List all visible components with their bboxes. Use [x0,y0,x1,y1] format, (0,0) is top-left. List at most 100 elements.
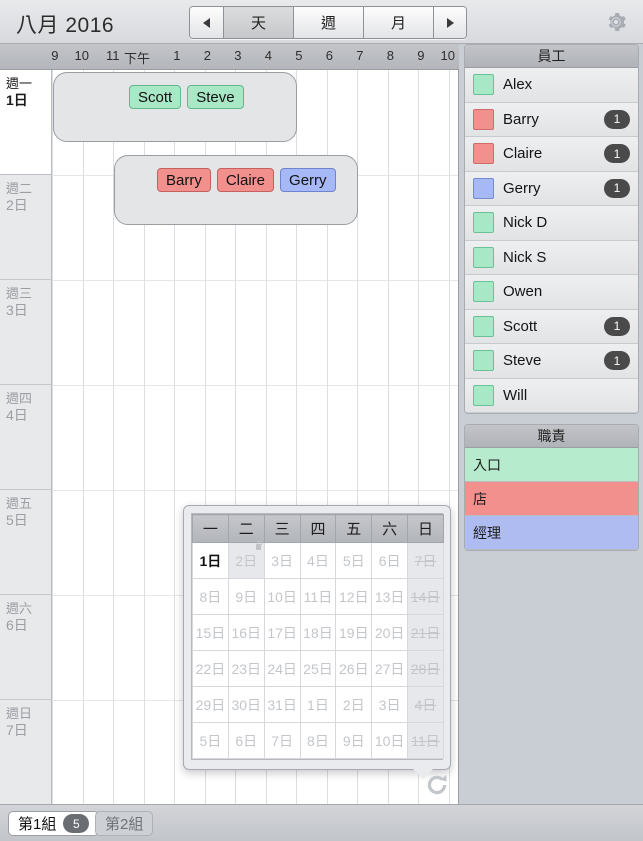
date-picker-day-cell[interactable]: 21日 [407,614,444,651]
day-row-1[interactable]: 週一 1日 [0,70,51,175]
day-row-6[interactable]: 週六 6日 [0,595,51,700]
tab-day[interactable]: 天 [223,7,293,38]
date-picker-day-cell[interactable]: 7日 [263,722,301,759]
date-picker-day-cell[interactable]: 1日 [299,686,337,723]
day-row-3[interactable]: 週三 3日 [0,280,51,385]
date-picker-weekday-header: 日 [407,514,444,543]
date-picker-day-cell[interactable]: 30日 [227,686,265,723]
day-row-5[interactable]: 週五 5日 [0,490,51,595]
date-picker-day-cell[interactable]: 28日 [407,650,444,687]
staff-name-label: Claire [503,145,543,163]
tab-week[interactable]: 週 [293,7,363,38]
roles-panel: 職責 入口店經理 [464,424,639,551]
group-tab-1-count: 5 [63,814,90,833]
date-picker-day-cell[interactable]: 26日 [335,650,373,687]
date-picker-day-cell[interactable]: 4日 [299,542,337,579]
staff-chip[interactable]: Steve [187,85,244,109]
date-picker-day-cell[interactable]: 8日 [192,578,229,615]
staff-list-item[interactable]: Steve 1 [465,344,638,379]
date-picker-day-cell[interactable]: 9日 [227,578,265,615]
gear-icon[interactable] [604,10,628,34]
staff-list-item[interactable]: Gerry 1 [465,171,638,206]
date-picker-body[interactable]: 1日 2日 3日 4日 5日 6日 7日 8日 9日 10日 11日 12日 13日 14日 15日 16日 1… [192,541,444,759]
hour-label: 9 [51,48,59,63]
staff-chip[interactable]: Barry [157,168,211,192]
date-picker-day-cell[interactable]: 19日 [335,614,373,651]
staff-list-item[interactable]: Nick D [465,206,638,241]
prev-period-button[interactable] [190,7,223,38]
date-picker-day-cell[interactable]: 4日 [407,686,444,723]
date-picker-header-row: 一二三四五六日 [192,514,444,543]
date-picker-table[interactable]: 一二三四五六日 1日 2日 3日 4日 5日 6日 7日 8日 9日 10日 11日 12日 13日 14… [192,514,444,759]
date-picker-day-cell[interactable]: 15日 [192,614,229,651]
date-picker-week-row: 1日 2日 3日 4日 5日 6日 7日 [192,541,444,579]
staff-chip[interactable]: Gerry [280,168,336,192]
role-list-item[interactable]: 入口 [465,448,638,482]
staff-list-item[interactable]: Alex [465,68,638,103]
date-picker-day-cell[interactable]: 18日 [299,614,337,651]
date-picker-day-cell[interactable]: 10日 [263,578,301,615]
date-picker-day-cell[interactable]: 3日 [371,686,409,723]
date-picker-day-cell[interactable]: 11日 [407,722,444,759]
hour-label: 7 [356,48,364,63]
group-tab-2[interactable]: 第2組 [95,811,154,836]
date-picker-day-cell[interactable]: 1日 [192,542,229,579]
date-picker-day-cell[interactable]: 29日 [192,686,229,723]
staff-name-label: Scott [503,317,538,335]
role-name-label: 入口 [473,456,501,473]
date-picker-day-cell[interactable]: 13日 [371,578,409,615]
date-picker-day-cell[interactable]: 16日 [227,614,265,651]
staff-color-swatch [473,108,494,130]
date-picker-week-row: 15日 16日 17日 18日 19日 20日 21日 [192,614,444,651]
staff-chip[interactable]: Claire [216,168,275,192]
staff-chip[interactable]: Scott [129,85,182,109]
date-picker-day-cell[interactable]: 9日 [335,722,373,759]
tab-month[interactable]: 月 [363,7,433,38]
date-picker-day-cell[interactable]: 3日 [263,542,301,579]
date-picker-day-cell[interactable]: 22日 [192,650,229,687]
staff-shift-count-badge: 1 [604,316,630,336]
date-picker-day-cell[interactable]: 23日 [227,650,265,687]
date-picker-day-cell[interactable]: 2日 [335,686,373,723]
role-list-item[interactable]: 店 [465,482,638,516]
date-picker-day-cell[interactable]: 11日 [299,578,337,615]
lock-icon [255,541,262,550]
day-row-2[interactable]: 週二 2日 [0,175,51,280]
group-tab-1[interactable]: 第1組 5 [8,811,100,836]
staff-list-item[interactable]: Will [465,378,638,413]
date-picker-day-cell[interactable]: 31日 [263,686,301,723]
date-picker-day-cell[interactable]: 7日 [407,542,444,579]
date-picker-day-cell[interactable]: 25日 [299,650,337,687]
date-picker-day-cell[interactable]: 2日 [227,541,265,579]
date-picker-day-cell[interactable]: 12日 [335,578,373,615]
date-picker-popover[interactable]: 一二三四五六日 1日 2日 3日 4日 5日 6日 7日 8日 9日 10日 11日 12日 13日 14… [183,505,451,779]
staff-name-label: Nick D [503,214,548,232]
date-picker-day-cell[interactable]: 6日 [371,542,409,579]
day-row-7[interactable]: 週日 7日 [0,700,51,805]
staff-shift-count-badge: 1 [604,351,630,371]
date-picker-day-cell[interactable]: 5日 [335,542,373,579]
date-picker-day-cell[interactable]: 8日 [299,722,337,759]
staff-list-item[interactable]: Nick S [465,240,638,275]
date-picker-day-cell[interactable]: 20日 [371,614,409,651]
shift-block[interactable]: Barry Claire Gerry [114,155,358,225]
date-picker-day-cell[interactable]: 14日 [407,578,444,615]
staff-color-swatch [473,74,494,96]
date-picker-day-cell[interactable]: 6日 [227,722,265,759]
staff-panel: 員工 Alex Barry 1 Claire 1 Gerry 1 Nick D Nick S Ow… [464,44,639,414]
staff-list-item[interactable]: Owen [465,275,638,310]
date-picker-day-cell[interactable]: 5日 [192,722,229,759]
staff-list-item[interactable]: Claire 1 [465,137,638,172]
staff-list-item[interactable]: Scott 1 [465,309,638,344]
date-picker-day-cell[interactable]: 27日 [371,650,409,687]
refresh-icon[interactable] [424,772,450,798]
date-picker-week-row: 22日 23日 24日 25日 26日 27日 28日 [192,650,444,687]
date-picker-day-cell[interactable]: 17日 [263,614,301,651]
date-picker-day-cell[interactable]: 10日 [371,722,409,759]
staff-list-item[interactable]: Barry 1 [465,102,638,137]
day-row-4[interactable]: 週四 4日 [0,385,51,490]
date-picker-day-cell[interactable]: 24日 [263,650,301,687]
shift-block[interactable]: Scott Steve [53,72,297,142]
role-list-item[interactable]: 經理 [465,516,638,550]
next-period-button[interactable] [433,7,466,38]
